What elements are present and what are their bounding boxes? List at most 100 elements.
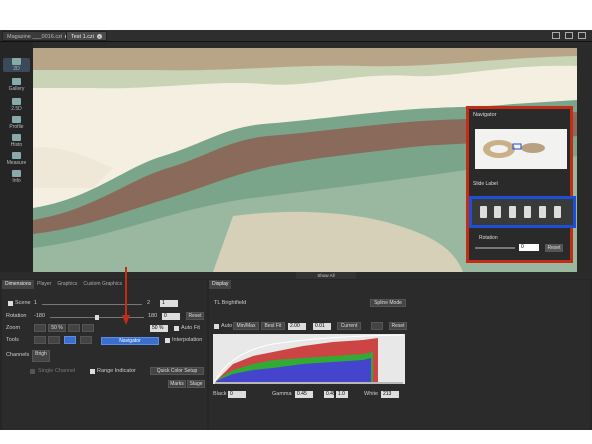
measure-icon <box>12 152 21 159</box>
rotation-field[interactable]: 0 <box>162 313 180 320</box>
grid-icon[interactable] <box>552 32 560 39</box>
tab-graphics[interactable]: Graphics <box>54 280 80 289</box>
zoom-out-icon[interactable] <box>82 324 94 332</box>
tab-dimensions[interactable]: Dimensions <box>2 280 35 289</box>
best-fit-button[interactable]: Best Fit <box>261 322 285 330</box>
tab-custom-graphics[interactable]: Custom Graphics <box>80 280 125 289</box>
black-field[interactable]: 0 <box>228 391 246 398</box>
rotation-max: 180 <box>148 313 158 319</box>
rotation-knob[interactable] <box>95 315 99 320</box>
thumbnail-image <box>483 140 545 158</box>
gamma-field-2[interactable]: 0.45 <box>324 391 336 398</box>
tab-player[interactable]: Player <box>34 280 54 289</box>
interpolation-label: Interpolation <box>172 337 203 343</box>
range-indicator-checkbox[interactable] <box>90 369 95 374</box>
navigator-panel: Navigator Slide Label Rotation 0 Reset <box>466 106 573 263</box>
rotation-reset-button[interactable]: Reset <box>186 312 204 320</box>
black-label: Black <box>213 391 227 397</box>
rotation-heading: Rotation <box>479 235 498 241</box>
view-histo[interactable]: Histo <box>3 134 30 148</box>
close-icon[interactable]: × <box>96 34 102 39</box>
auto-fit-checkbox[interactable] <box>174 326 179 331</box>
single-channel-checkbox[interactable] <box>30 369 35 374</box>
split-view-icon[interactable] <box>565 32 573 39</box>
white-field[interactable]: 213 <box>381 391 399 398</box>
view-sidebar: 2D Gallery 2.5D Profile Histo Measure In… <box>0 42 33 272</box>
interpolation-checkbox[interactable] <box>165 338 170 343</box>
zoom-label: Zoom <box>6 325 21 331</box>
slide-slot[interactable] <box>539 206 546 218</box>
gamma-field-3[interactable]: 1.0 <box>336 391 348 398</box>
gamma-field[interactable]: 0.45 <box>295 391 313 398</box>
auto-checkbox[interactable] <box>214 324 219 329</box>
histogram-icon <box>12 134 21 141</box>
profile-icon <box>12 116 21 123</box>
view-gallery[interactable]: Gallery <box>3 78 30 92</box>
crop-tool-icon[interactable] <box>48 336 60 344</box>
vertical-scrollbar[interactable] <box>577 48 592 272</box>
show-all-toggle[interactable]: Show All <box>296 272 356 279</box>
scene-max: 2 <box>147 300 151 306</box>
zoom-fit-button[interactable] <box>34 324 46 332</box>
zoom-in-icon[interactable] <box>68 324 80 332</box>
scene-checkbox[interactable] <box>8 301 13 306</box>
view-label: Histo <box>10 142 23 148</box>
tab-display[interactable]: Display <box>209 280 232 289</box>
histogram-chart[interactable] <box>213 334 405 384</box>
view-label: Gallery <box>8 86 25 92</box>
gamma-label: Gamma <box>272 391 292 397</box>
stage-button[interactable]: Stage <box>187 380 205 388</box>
image-icon <box>12 58 21 65</box>
pan-tool-icon[interactable] <box>64 336 76 344</box>
auto-fit-label: Auto Fit <box>181 325 200 331</box>
tab-magazine[interactable]: Magazine ___0016.czi× <box>2 31 76 41</box>
slide-slot[interactable] <box>554 206 561 218</box>
navigator-thumbnail[interactable] <box>475 129 567 169</box>
zoom-field[interactable]: 50 % <box>150 325 168 332</box>
tab-test1[interactable]: Test 1.czi × <box>66 31 107 41</box>
quick-color-setup-button[interactable]: Quick Color Setup <box>150 367 204 375</box>
best-fit-field-2[interactable]: 0.01 <box>313 323 331 330</box>
current-dropdown[interactable]: Current <box>337 322 361 330</box>
view-25d[interactable]: 2.5D <box>3 98 30 112</box>
view-2d[interactable]: 2D <box>3 58 30 72</box>
view-label: 2D <box>13 66 20 72</box>
single-channel-label: Single Channel <box>38 368 76 374</box>
pen-tool-icon[interactable] <box>80 336 92 344</box>
slide-slot[interactable] <box>494 206 501 218</box>
tools-label: Tools <box>6 337 19 343</box>
arrow-shape <box>122 267 130 325</box>
layout-icon[interactable] <box>578 32 586 39</box>
view-profile[interactable]: Profile <box>3 116 30 130</box>
navigator-title: Navigator <box>473 112 497 118</box>
reset-button[interactable]: Reset <box>389 322 407 330</box>
marks-button[interactable]: Marks <box>168 380 186 388</box>
pointer-tool-icon[interactable] <box>34 336 46 344</box>
spline-mode-button[interactable]: Spline Mode <box>370 299 406 307</box>
view-measure[interactable]: Measure <box>3 152 30 166</box>
gear-icon[interactable] <box>371 322 383 330</box>
info-icon <box>12 170 21 177</box>
auto-label: Auto <box>221 323 233 329</box>
channel-brightfield[interactable]: Brigh <box>32 350 50 362</box>
channels-label: Channels <box>6 352 30 358</box>
scene-field[interactable]: 1 <box>160 300 178 307</box>
slide-slot[interactable] <box>524 206 531 218</box>
rotation-min: -180 <box>34 313 46 319</box>
dimensions-panel: Dimensions Player Graphics Custom Graphics … <box>2 280 207 430</box>
rotation-label: Rotation <box>6 313 27 319</box>
view-label: Measure <box>6 160 27 166</box>
histogram-plot <box>213 334 405 384</box>
slide-slot[interactable] <box>480 206 487 218</box>
zoom-percent-button[interactable]: 50 % <box>48 324 66 332</box>
rotation-field[interactable]: 0 <box>519 244 539 251</box>
rotation-slider[interactable] <box>475 247 515 249</box>
navigator-button[interactable]: Navigator <box>101 337 159 345</box>
minmax-button[interactable]: Min/Max <box>233 322 259 330</box>
scene-label: Scene <box>15 300 31 306</box>
best-fit-field[interactable]: 2.00 <box>288 323 306 330</box>
view-info[interactable]: Info <box>3 170 30 184</box>
slide-label-heading: Slide Label <box>473 181 498 187</box>
slide-slot[interactable] <box>509 206 516 218</box>
rotation-reset-button[interactable]: Reset <box>545 244 563 252</box>
